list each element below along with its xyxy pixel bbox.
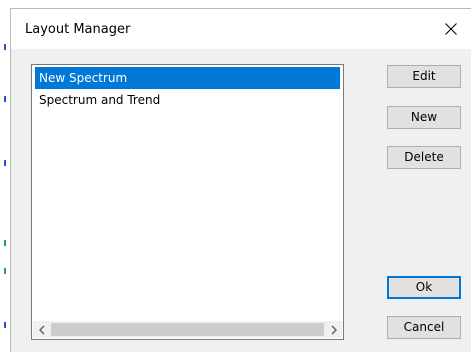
- background-window-fragment: [4, 160, 6, 166]
- layout-list-items: New Spectrum Spectrum and Trend: [35, 67, 340, 111]
- cancel-button[interactable]: Cancel: [387, 316, 461, 339]
- list-item[interactable]: Spectrum and Trend: [35, 89, 340, 111]
- background-window-fragment: [4, 322, 6, 328]
- scroll-left-button[interactable]: [33, 321, 50, 338]
- scroll-right-button[interactable]: [325, 321, 342, 338]
- delete-button[interactable]: Delete: [387, 146, 461, 169]
- layout-list[interactable]: New Spectrum Spectrum and Trend: [31, 64, 344, 340]
- background-window-fragment: [4, 44, 6, 50]
- background-window-fragment: [4, 96, 6, 102]
- ok-button[interactable]: Ok: [387, 276, 461, 299]
- close-button[interactable]: [431, 9, 471, 49]
- list-item-label: Spectrum and Trend: [39, 93, 161, 107]
- dialog-title: Layout Manager: [25, 22, 131, 37]
- chevron-right-icon: [331, 325, 337, 334]
- background-window-fragment: [4, 268, 6, 274]
- list-item-label: New Spectrum: [39, 71, 128, 85]
- close-icon: [445, 23, 457, 35]
- chevron-left-icon: [38, 325, 44, 334]
- list-item[interactable]: New Spectrum: [35, 67, 340, 89]
- edit-button[interactable]: Edit: [387, 65, 461, 88]
- title-bar: Layout Manager: [11, 9, 471, 49]
- background-window-fragment: [4, 240, 6, 246]
- new-button[interactable]: New: [387, 106, 461, 129]
- scroll-thumb[interactable]: [51, 323, 324, 336]
- layout-manager-dialog: Layout Manager New Spectrum Spectrum and…: [10, 8, 471, 352]
- horizontal-scrollbar[interactable]: [33, 321, 342, 338]
